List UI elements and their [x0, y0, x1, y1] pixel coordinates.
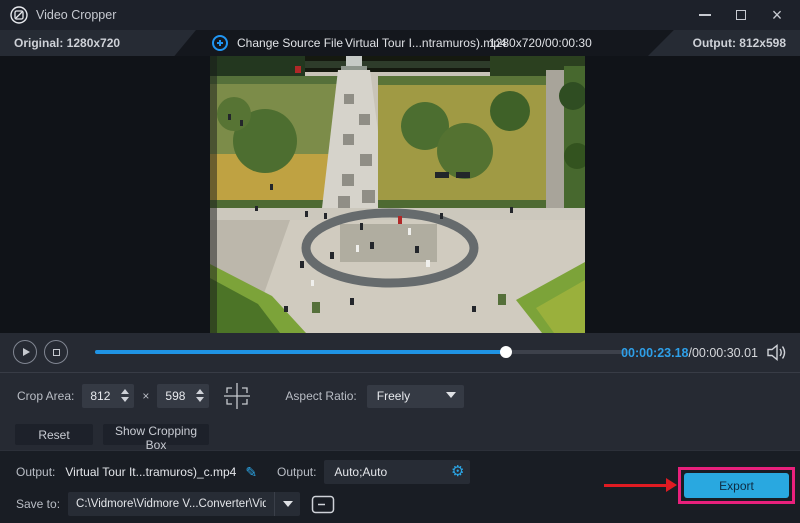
aspect-ratio-label: Aspect Ratio:	[285, 389, 356, 403]
maximize-icon	[736, 10, 746, 20]
stepper-down-icon[interactable]	[196, 397, 204, 402]
app-crop-icon	[10, 6, 28, 24]
crop-width-input[interactable]	[82, 384, 116, 408]
crop-width-stepper	[82, 384, 134, 408]
aspect-ratio-dropdown[interactable]: Freely	[367, 385, 464, 408]
edit-name-icon[interactable]: ✎	[245, 464, 257, 481]
chevron-down-icon	[446, 392, 456, 398]
reset-button[interactable]: Reset	[15, 424, 93, 445]
show-cropping-box-button[interactable]: Show Cropping Box	[103, 424, 209, 445]
source-file-info: 1280x720/00:00:30	[489, 30, 592, 56]
minimize-button[interactable]	[694, 4, 716, 26]
change-source-file-label: Change Source File	[237, 36, 343, 50]
crosshair-crop-icon[interactable]	[223, 383, 251, 409]
annotation-arrow-icon	[666, 478, 677, 492]
time-display: 00:00:23.18/00:00:30.01	[621, 333, 758, 372]
chevron-down-icon	[283, 501, 293, 507]
play-button[interactable]	[13, 340, 37, 364]
export-highlight-box: Export	[678, 467, 795, 504]
crop-area-label: Crop Area:	[17, 389, 74, 403]
video-frame	[210, 56, 585, 333]
close-icon: ×	[772, 6, 783, 24]
output-name-label: Output:	[16, 465, 55, 479]
crop-height-input[interactable]	[157, 384, 191, 408]
output-panel: Output: Virtual Tour It...tramuros)_c.mp…	[0, 450, 800, 523]
info-bar: Original: 1280x720 Change Source File Vi…	[0, 30, 800, 56]
window-title: Video Cropper	[36, 8, 116, 22]
play-icon	[23, 348, 30, 356]
stepper-up-icon[interactable]	[196, 389, 204, 394]
close-button[interactable]: ×	[766, 4, 788, 26]
minimize-icon	[699, 14, 711, 16]
crop-width-arrows	[121, 389, 129, 402]
output-format-label: Output:	[277, 465, 316, 479]
save-to-row: Save to: C:\Vidmore\Vidmore V...Converte…	[16, 492, 335, 516]
total-time: /00:00:30.01	[688, 346, 758, 360]
folder-icon	[311, 495, 335, 514]
video-cropper-window: Video Cropper × Original: 1280x720 Chang…	[0, 0, 800, 523]
browse-folder-button[interactable]	[311, 495, 335, 514]
save-path-caret[interactable]	[274, 492, 300, 516]
seek-slider[interactable]	[95, 350, 627, 354]
player-bar: 00:00:23.18/00:00:30.01	[0, 333, 800, 372]
stop-icon	[53, 349, 60, 356]
plus-icon	[212, 35, 228, 51]
stepper-down-icon[interactable]	[121, 397, 129, 402]
preview-area	[0, 56, 800, 333]
stepper-up-icon[interactable]	[121, 389, 129, 394]
crop-buttons-row: Reset Show Cropping Box	[15, 424, 209, 445]
output-format-input[interactable]	[324, 460, 434, 484]
save-to-label: Save to:	[16, 497, 60, 511]
gear-icon[interactable]: ⚙	[451, 463, 464, 481]
change-source-file-button[interactable]: Change Source File	[212, 30, 343, 56]
original-resolution: Original: 1280x720	[0, 30, 196, 56]
volume-icon[interactable]	[767, 344, 788, 366]
maximize-button[interactable]	[730, 4, 752, 26]
crop-settings-panel: Crop Area: ×	[0, 372, 800, 450]
player-progress-fill	[95, 350, 506, 354]
current-time: 00:00:23.18	[621, 346, 688, 360]
multiply-sign: ×	[142, 389, 149, 403]
stop-button[interactable]	[44, 340, 68, 364]
output-resolution: Output: 812x598	[648, 30, 800, 56]
player-progress-handle[interactable]	[500, 346, 512, 358]
aspect-ratio-value: Freely	[377, 389, 410, 403]
titlebar: Video Cropper ×	[0, 0, 800, 30]
annotation-arrow-line	[604, 484, 668, 487]
output-file-name: Virtual Tour It...tramuros)_c.mp4	[65, 465, 236, 479]
source-file-name: Virtual Tour I...ntramuros).mp4	[345, 30, 507, 56]
crop-area-row: Crop Area: ×	[17, 384, 464, 408]
crop-height-stepper	[157, 384, 209, 408]
save-path-value: C:\Vidmore\Vidmore V...Converter\Video C…	[68, 498, 266, 510]
export-button[interactable]: Export	[684, 473, 789, 498]
output-format-field: ⚙	[324, 460, 470, 484]
save-path-select[interactable]: C:\Vidmore\Vidmore V...Converter\Video C…	[68, 492, 300, 516]
output-name-row: Output: Virtual Tour It...tramuros)_c.mp…	[16, 460, 470, 484]
window-controls: ×	[694, 4, 788, 26]
crop-height-arrows	[196, 389, 204, 402]
